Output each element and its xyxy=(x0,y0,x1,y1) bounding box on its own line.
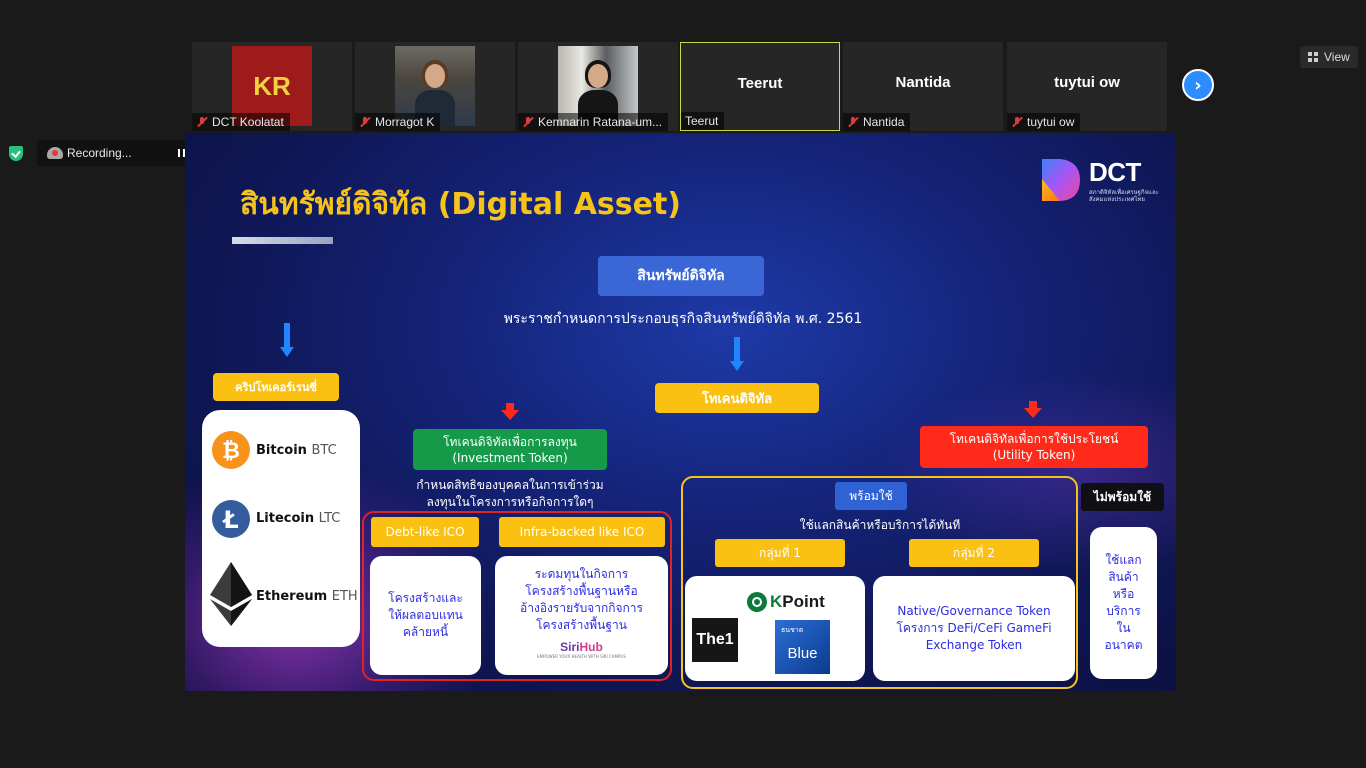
litecoin-icon: Ł xyxy=(212,500,250,538)
utility-token-label: โทเคนดิจิทัลเพื่อการใช้ประโยชน์ (Utility … xyxy=(920,426,1148,468)
participant-name: Nantida xyxy=(863,115,905,129)
investment-token-description: กำหนดสิทธิของบุคคลในการเข้าร่วม ลงทุนในโค… xyxy=(416,478,604,509)
ttb-blue-card-logo: ธนชาต Blue xyxy=(775,620,830,674)
group-2-card: Native/Governance Token โครงการ DeFi/CeFi… xyxy=(873,576,1075,681)
participant-name: tuytui ow xyxy=(1027,115,1075,129)
participant-name: DCT Koolatat xyxy=(212,115,284,129)
not-ready-label: ไม่พร้อมใช้ xyxy=(1081,483,1164,511)
participant-tile-tuytui[interactable]: tuytui ow tuytui ow xyxy=(1007,42,1167,131)
ready-to-use-label: พร้อมใช้ xyxy=(835,482,907,510)
participant-name: Kemnarin Ratana-um... xyxy=(538,115,663,129)
view-button-label: View xyxy=(1324,50,1350,64)
bitcoin-name: Bitcoin BTC xyxy=(256,443,337,458)
view-button[interactable]: View xyxy=(1300,46,1358,68)
mic-muted-icon xyxy=(359,116,371,128)
security-shield-icon[interactable] xyxy=(9,146,23,161)
shared-screen-slide: สินทรัพย์ดิจิทัล (Digital Asset) DCT สภา… xyxy=(185,133,1176,691)
debt-like-ico-label: Debt-like ICO xyxy=(371,517,479,547)
group-1-label: กลุ่มที่ 1 xyxy=(715,539,845,567)
debt-like-ico-card: โครงสร้างและ ให้ผลตอบแทน คล้ายหนี้ xyxy=(370,556,481,675)
svg-text:₿: ₿ xyxy=(222,439,240,464)
down-arrow-icon xyxy=(501,403,519,421)
mic-muted-icon xyxy=(1011,116,1023,128)
participant-tile-koolatat[interactable]: KR DCT Koolatat xyxy=(192,42,352,131)
participant-nametag: tuytui ow xyxy=(1007,113,1081,131)
participant-nametag: Teerut xyxy=(681,112,725,130)
sirihub-logo: SiriHub xyxy=(560,640,603,654)
the1-logo: The1 xyxy=(692,618,738,662)
next-page-button[interactable]: › xyxy=(1182,69,1214,101)
participant-nametag: Kemnarin Ratana-um... xyxy=(518,113,669,131)
kpoint-logo: KPoint xyxy=(747,592,825,612)
infra-backed-ico-label: Infra-backed like ICO xyxy=(499,517,665,547)
down-arrow-icon xyxy=(1024,401,1042,419)
not-ready-card: ใช้แลก สินค้า หรือ บริการ ใน อนาคต xyxy=(1090,527,1157,679)
digital-token-label: โทเคนดิจิทัล xyxy=(655,383,819,413)
participant-tile-teerut[interactable]: Teerut Teerut xyxy=(680,42,840,131)
slide-title: สินทรัพย์ดิจิทัล (Digital Asset) xyxy=(240,187,682,222)
mic-muted-icon xyxy=(522,116,534,128)
cryptocurrency-label: คริปโทเคอร์เรนซี่ xyxy=(213,373,339,401)
participant-display-name: Nantida xyxy=(895,74,951,91)
group-2-label: กลุ่มที่ 2 xyxy=(909,539,1039,567)
participant-display-name: tuytui ow xyxy=(1054,74,1120,91)
participant-name: Morragot K xyxy=(375,115,435,129)
participant-name: Teerut xyxy=(685,114,719,128)
chevron-right-icon: › xyxy=(1194,74,1202,96)
pause-icon xyxy=(177,149,185,157)
ethereum-icon xyxy=(210,562,252,626)
participant-nametag: Nantida xyxy=(843,113,911,131)
down-arrow-icon xyxy=(280,323,294,359)
cloud-recording-icon xyxy=(47,147,63,159)
dct-logo-subtitle: สภาดิจิทัลเพื่อเศรษฐกิจและสังคมแห่งประเท… xyxy=(1089,189,1159,203)
recording-label: Recording... xyxy=(67,146,132,160)
mic-muted-icon xyxy=(196,116,208,128)
investment-token-label: โทเคนดิจิทัลเพื่อการลงทุน (Investment Tok… xyxy=(413,429,607,470)
grid-view-icon xyxy=(1308,52,1318,62)
participant-display-name: Teerut xyxy=(737,75,783,92)
svg-text:Ł: Ł xyxy=(221,506,238,534)
participant-tile-kemnarin[interactable]: Kemnarin Ratana-um... xyxy=(518,42,678,131)
ethereum-name: Ethereum ETH xyxy=(256,589,358,604)
participant-tile-nantida[interactable]: Nantida Nantida xyxy=(843,42,1003,131)
participant-tile-morragot[interactable]: Morragot K xyxy=(355,42,515,131)
participant-nametag: DCT Koolatat xyxy=(192,113,290,131)
digital-asset-heading: สินทรัพย์ดิจิทัล xyxy=(598,256,764,296)
kpoint-icon xyxy=(747,592,767,612)
sirihub-tagline: EMPOWER YOUR HEALTH WITH SIRI CAMPUS xyxy=(537,654,626,659)
down-arrow-icon xyxy=(730,337,744,373)
dct-logo-icon xyxy=(1042,159,1080,201)
bitcoin-icon: ₿ xyxy=(212,431,250,469)
participant-nametag: Morragot K xyxy=(355,113,441,131)
infra-backed-ico-card: ระดมทุนในกิจการ โครงสร้างพื้นฐานหรือ อ้า… xyxy=(495,556,668,675)
zoom-meeting-window: KR DCT Koolatat Morragot K Kemnarin Rata… xyxy=(0,0,1366,768)
title-underline xyxy=(232,237,333,244)
mic-muted-icon xyxy=(847,116,859,128)
group-1-card: The1 KPoint ธนชาต Blue xyxy=(685,576,865,681)
ready-to-use-description: ใช้แลกสินค้าหรือบริการได้ทันที xyxy=(799,518,961,532)
litecoin-name: Litecoin LTC xyxy=(256,511,341,526)
decree-text: พระราชกำหนดการประกอบธุรกิจสินทรัพย์ดิจิท… xyxy=(503,311,863,327)
dct-logo-text: DCT xyxy=(1089,157,1141,187)
crypto-card: ₿ Bitcoin BTC Ł Litecoin LTC Ethereum ET… xyxy=(202,410,360,647)
